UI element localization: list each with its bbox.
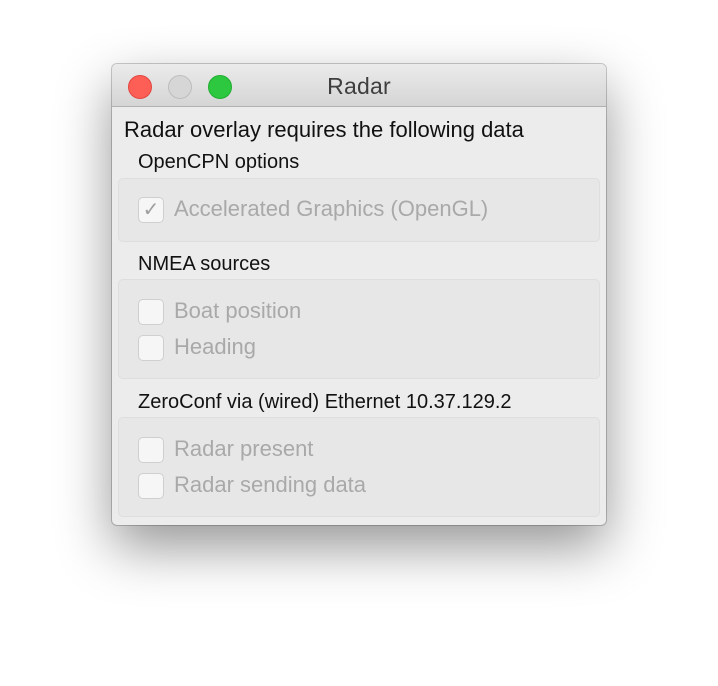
heading-checkbox[interactable] <box>138 335 164 361</box>
heading-label: Heading <box>174 334 256 359</box>
boat-position-checkbox[interactable] <box>138 299 164 325</box>
radar-present-checkbox[interactable] <box>138 437 164 463</box>
groupbox-zeroconf <box>118 417 600 517</box>
window-title: Radar <box>327 73 391 99</box>
title-bar[interactable]: Radar <box>112 64 606 107</box>
section-label-opencpn-options: OpenCPN options <box>138 151 300 173</box>
groupbox-nmea-sources <box>118 279 600 379</box>
radar-present-label: Radar present <box>174 436 314 461</box>
radar-sending-data-label: Radar sending data <box>174 472 367 497</box>
section-label-nmea-sources: NMEA sources <box>138 253 271 275</box>
accelerated-graphics-checkbox[interactable]: ✓ <box>138 197 164 223</box>
requirements-heading: Radar overlay requires the following dat… <box>124 117 524 142</box>
boat-position-label: Boat position <box>174 298 302 323</box>
radar-sending-data-checkbox[interactable] <box>138 473 164 499</box>
section-label-zeroconf: ZeroConf via (wired) Ethernet 10.37.129.… <box>138 391 512 413</box>
radar-window: Radar Radar overlay requires the followi… <box>112 64 606 525</box>
accelerated-graphics-label: Accelerated Graphics (OpenGL) <box>174 196 489 221</box>
